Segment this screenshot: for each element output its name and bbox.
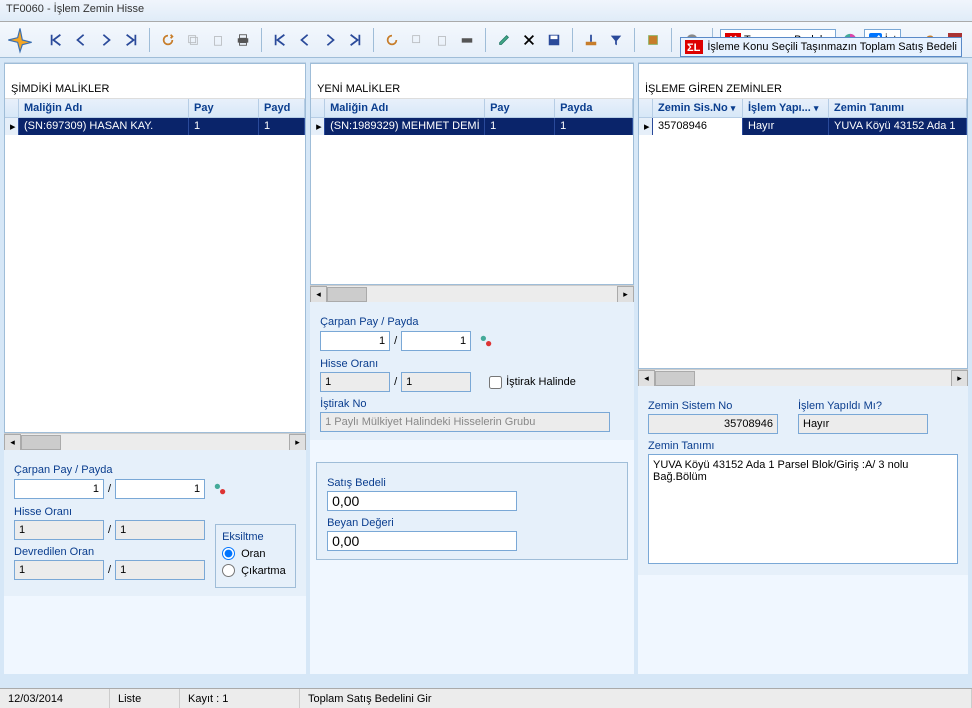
edit-icon[interactable] xyxy=(493,29,515,51)
status-kayit: Kayıt : 1 xyxy=(180,689,300,708)
mid-carpan-pay-input[interactable] xyxy=(320,331,390,351)
tanim-label: Zemin Tanımı xyxy=(648,440,958,452)
beyan-label: Beyan Değeri xyxy=(327,517,617,529)
right-grid-row[interactable]: ▸ 35708946 Hayır YUVA Köyü 43152 Ada 1 xyxy=(639,118,967,135)
istirak-halinde-checkbox[interactable] xyxy=(489,376,502,389)
yapildi-input xyxy=(798,414,928,434)
row-indicator-icon: ▸ xyxy=(5,118,19,135)
left-hscroll[interactable]: ◂ ▸ xyxy=(4,433,306,450)
cikartma-radio[interactable] xyxy=(222,564,235,577)
mid-hisse-pay-input[interactable] xyxy=(320,372,390,392)
left-grid-header: Maliğin Adı Pay Payd xyxy=(5,99,305,118)
refresh2-icon[interactable] xyxy=(381,29,403,51)
sisno-input xyxy=(648,414,778,434)
hisse-payda-input[interactable] xyxy=(115,520,205,540)
istirak-no-label: İştirak No xyxy=(320,398,624,410)
paste-icon[interactable] xyxy=(207,29,229,51)
scroll-right-icon[interactable]: ▸ xyxy=(289,434,306,451)
beyan-degeri-input[interactable] xyxy=(327,531,517,551)
tool1-icon[interactable] xyxy=(580,29,602,51)
dev-payda-input[interactable] xyxy=(115,560,205,580)
mid-hisse-payda-input[interactable] xyxy=(401,372,471,392)
devredilen-label: Devredilen Oran xyxy=(14,546,205,558)
right-grid-header: Zemin Sis.No ▾ İşlem Yapı... ▾ Zemin Tan… xyxy=(639,99,967,118)
scroll-left-icon[interactable]: ◂ xyxy=(4,434,21,451)
hisse-pay-input[interactable] xyxy=(14,520,104,540)
print2-icon[interactable] xyxy=(456,29,478,51)
nav-next-icon[interactable] xyxy=(95,29,117,51)
nav-prev-icon[interactable] xyxy=(70,29,92,51)
carpan-payda-input[interactable] xyxy=(115,479,205,499)
delete-icon[interactable] xyxy=(518,29,540,51)
mid-grid-header: Maliğin Adı Pay Payda xyxy=(311,99,633,118)
nav2-first-icon[interactable] xyxy=(269,29,291,51)
oran-radio[interactable] xyxy=(222,547,235,560)
status-bar: 12/03/2014 Liste Kayıt : 1 Toplam Satış … xyxy=(0,688,972,708)
status-mode: Liste xyxy=(110,689,180,708)
mid-hisse-label: Hisse Oranı xyxy=(320,358,624,370)
mid-carpan-payda-input[interactable] xyxy=(401,331,471,351)
hisse-label: Hisse Oranı xyxy=(14,506,205,518)
app-logo-icon xyxy=(6,26,34,54)
left-grid-row[interactable]: ▸ (SN:697309) HASAN KAY. 1 1 xyxy=(5,118,305,135)
window-title: TF0060 - İşlem Zemin Hisse xyxy=(0,0,972,22)
right-hscroll[interactable]: ◂▸ xyxy=(638,369,968,386)
mid-carpan-label: Çarpan Pay / Payda xyxy=(320,316,624,328)
save-icon[interactable] xyxy=(543,29,565,51)
refresh-icon[interactable] xyxy=(157,29,179,51)
mid-grid-row[interactable]: ▸ (SN:1989329) MEHMET DEMİ 1 1 xyxy=(311,118,633,135)
nav-first-icon[interactable] xyxy=(45,29,67,51)
nav2-next-icon[interactable] xyxy=(319,29,341,51)
left-grid-title: ŞİMDİKİ MALİKLER xyxy=(5,80,305,99)
eksiltme-label: Eksiltme xyxy=(222,531,289,543)
status-date: 12/03/2014 xyxy=(0,689,110,708)
dropdown-icon[interactable]: ▾ xyxy=(814,103,819,113)
copy2-icon[interactable] xyxy=(406,29,428,51)
svg-text:ΣL: ΣL xyxy=(687,42,701,54)
print-icon[interactable] xyxy=(232,29,254,51)
right-grid-title: İŞLEME GİREN ZEMİNLER xyxy=(639,80,967,99)
nav2-last-icon[interactable] xyxy=(344,29,366,51)
tooltip: ΣL İşleme Konu Seçili Taşınmazın Toplam … xyxy=(680,37,962,57)
status-message: Toplam Satış Bedelini Gir xyxy=(300,689,972,708)
carpan-action-icon[interactable] xyxy=(209,478,231,500)
filter-icon[interactable] xyxy=(605,29,627,51)
nav2-prev-icon[interactable] xyxy=(294,29,316,51)
dropdown-icon[interactable]: ▾ xyxy=(731,103,736,113)
sisno-label: Zemin Sistem No xyxy=(648,400,778,412)
nav-last-icon[interactable] xyxy=(120,29,142,51)
tanim-textarea[interactable] xyxy=(648,454,958,564)
mid-carpan-action-icon[interactable] xyxy=(475,330,497,352)
yapildi-label: İşlem Yapıldı Mı? xyxy=(798,400,928,412)
mid-hscroll[interactable]: ◂▸ xyxy=(310,285,634,302)
satis-bedeli-input[interactable] xyxy=(327,491,517,511)
tool2-icon[interactable] xyxy=(642,29,664,51)
mid-grid-title: YENİ MALİKLER xyxy=(311,80,633,99)
dev-pay-input[interactable] xyxy=(14,560,104,580)
carpan-pay-input[interactable] xyxy=(14,479,104,499)
copy-icon[interactable] xyxy=(182,29,204,51)
satis-label: Satış Bedeli xyxy=(327,477,617,489)
paste2-icon[interactable] xyxy=(431,29,453,51)
carpan-label: Çarpan Pay / Payda xyxy=(14,464,296,476)
istirak-no-input xyxy=(320,412,610,432)
